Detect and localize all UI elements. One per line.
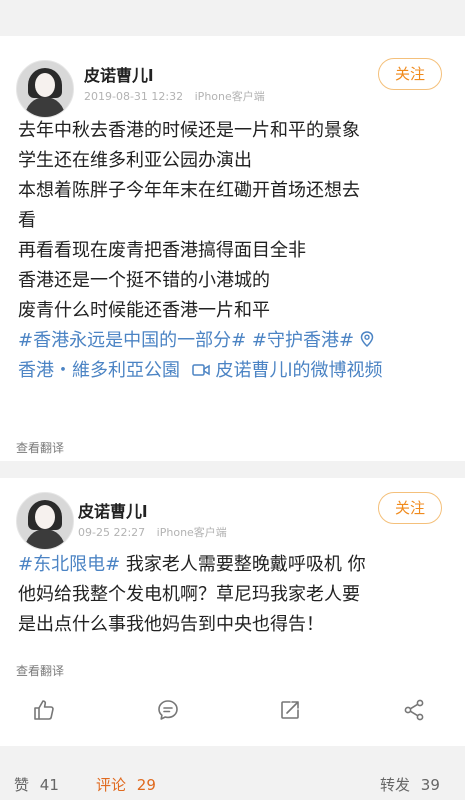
location-video-line: 香港・維多利亞公園 皮诺曹儿l的微博视频 [18, 356, 449, 386]
post-line: #东北限电# 我家老人需要整晚戴呼吸机 你 [18, 550, 449, 580]
share-icon[interactable] [402, 698, 426, 722]
tab-reposts[interactable]: 转发 39 [380, 774, 440, 795]
username[interactable]: 皮诺曹儿l [84, 62, 154, 86]
tab-comments-label: 评论 [96, 776, 127, 794]
tab-reposts-label: 转发 [380, 776, 411, 794]
post-line: 他妈给我整个发电机啊？草尼玛我家老人要 [18, 584, 360, 605]
avatar-face [35, 73, 55, 97]
post-line: 学生还在维多利亚公园办演出 [18, 150, 252, 171]
tags-line: #香港永远是中国的一部分# #守护香港# [18, 326, 449, 356]
video-icon [186, 360, 216, 381]
follow-button[interactable]: 关注 [378, 492, 442, 524]
post-meta: 09-25 22:27 iPhone客户端 [78, 524, 235, 540]
hashtag-link[interactable]: #东北限电# [18, 554, 120, 575]
post-line: 去年中秋去香港的时候还是一片和平的景象 [18, 120, 360, 141]
post-text-fragment: 我家老人需要整晚戴呼吸机 你 [120, 554, 366, 575]
post-client: iPhone客户端 [194, 90, 265, 103]
post-timestamp: 2019-08-31 12:32 [84, 90, 184, 103]
avatar[interactable] [16, 60, 74, 118]
post-line: 再看看现在废青把香港搞得面目全非 [18, 240, 306, 261]
follow-button[interactable]: 关注 [378, 58, 442, 90]
weibo-feed-page: 皮诺曹儿l 2019-08-31 12:32 iPhone客户端 关注 去年中秋… [0, 0, 465, 800]
post-meta: 2019-08-31 12:32 iPhone客户端 [84, 88, 273, 104]
location-pin-icon [360, 330, 374, 351]
video-link[interactable]: 皮诺曹儿l的微博视频 [215, 360, 382, 381]
tab-likes-count: 41 [39, 776, 59, 794]
post-line: 看 [18, 210, 36, 231]
tab-reposts-count: 39 [420, 776, 440, 794]
post-client: iPhone客户端 [156, 526, 227, 539]
action-bar [0, 692, 465, 732]
post-timestamp: 09-25 22:27 [78, 526, 146, 539]
tab-likes[interactable]: 赞 41 [14, 774, 59, 795]
post-line: 香港还是一个挺不错的小港城的 [18, 270, 270, 291]
username[interactable]: 皮诺曹儿l [78, 498, 148, 522]
repost-icon[interactable] [278, 698, 302, 722]
avatar[interactable] [16, 492, 74, 550]
translate-link[interactable]: 查看翻译 [16, 439, 64, 456]
hashtag-link[interactable]: #守护香港# [252, 330, 354, 351]
interaction-tabs: 赞 41 评论 29 转发 39 [0, 768, 465, 800]
post-line: 是出点什么事我他妈告到中央也得告！ [18, 614, 324, 635]
post-card-2: 皮诺曹儿l 09-25 22:27 iPhone客户端 关注 #东北限电# 我家… [0, 478, 465, 746]
comment-icon[interactable] [156, 698, 180, 722]
post-body: #东北限电# 我家老人需要整晚戴呼吸机 你 他妈给我整个发电机啊？草尼玛我家老人… [18, 550, 449, 640]
tab-comments[interactable]: 评论 29 [96, 774, 156, 795]
post-line: 废青什么时候能还香港一片和平 [18, 300, 270, 321]
post-card-1: 皮诺曹儿l 2019-08-31 12:32 iPhone客户端 关注 去年中秋… [0, 36, 465, 461]
hashtag-link[interactable]: #香港永远是中国的一部分# [18, 330, 246, 351]
tab-comments-count: 29 [136, 776, 156, 794]
location-link[interactable]: 香港・維多利亞公園 [18, 360, 180, 381]
tab-likes-label: 赞 [14, 776, 30, 794]
avatar-face [35, 505, 55, 529]
avatar-body [25, 529, 65, 549]
avatar-body [25, 97, 65, 117]
post-body: 去年中秋去香港的时候还是一片和平的景象 学生还在维多利亚公园办演出 本想着陈胖子… [18, 116, 449, 386]
thumbs-up-icon[interactable] [32, 698, 56, 722]
translate-link[interactable]: 查看翻译 [16, 662, 64, 679]
post-line: 本想着陈胖子今年年末在红磡开首场还想去 [18, 180, 360, 201]
